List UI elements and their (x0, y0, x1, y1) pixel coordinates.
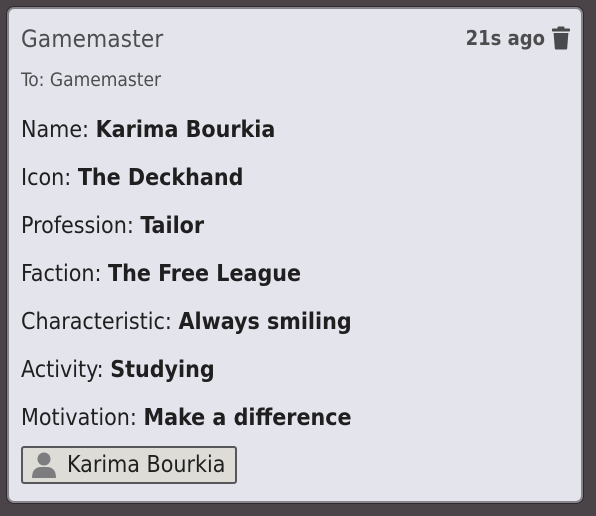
field-characteristic: Characteristic: Always smiling (21, 309, 352, 357)
field-name: Name: Karima Bourkia (21, 117, 352, 165)
field-activity: Activity: Studying (21, 357, 352, 405)
field-value: Always smiling (178, 309, 352, 335)
field-label: Characteristic: (21, 309, 172, 335)
field-value: The Deckhand (77, 165, 244, 191)
field-profession: Profession: Tailor (21, 213, 352, 261)
field-label: Faction: (21, 261, 102, 287)
field-label: Profession: (21, 213, 134, 239)
message-timestamp: 21s ago (465, 26, 545, 50)
chat-panel-background: Gamemaster 21s ago To: Gamemaster Name: … (0, 0, 596, 516)
field-value: Karima Bourkia (95, 117, 276, 143)
field-value: Make a difference (143, 405, 352, 431)
field-label: Motivation: (21, 405, 137, 431)
trash-icon[interactable] (551, 26, 571, 50)
message-metadata: 21s ago (466, 26, 571, 50)
message-recipient: To: Gamemaster (21, 69, 162, 91)
field-faction: Faction: The Free League (21, 261, 352, 309)
field-icon: Icon: The Deckhand (21, 165, 352, 213)
field-value: Tailor (140, 213, 205, 239)
field-label: Icon: (21, 165, 72, 191)
field-value: The Free League (108, 261, 302, 287)
character-details: Name: Karima Bourkia Icon: The Deckhand … (21, 117, 352, 453)
actor-link-label: Karima Bourkia (67, 452, 226, 478)
field-value: Studying (110, 357, 215, 383)
chat-message-card: Gamemaster 21s ago To: Gamemaster Name: … (7, 7, 583, 503)
user-icon (31, 451, 57, 479)
actor-link-button[interactable]: Karima Bourkia (21, 446, 238, 484)
field-label: Name: (21, 117, 90, 143)
field-label: Activity: (21, 357, 104, 383)
message-sender: Gamemaster (21, 25, 164, 53)
